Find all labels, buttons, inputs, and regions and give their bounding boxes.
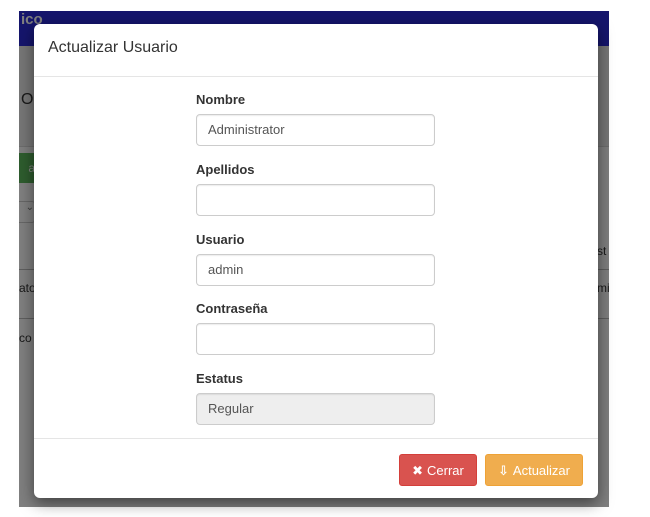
usuario-input[interactable]: admin (196, 254, 435, 286)
form-group-estatus: Estatus Regular (196, 371, 435, 425)
modal-body: Nombre Administrator Apellidos Usuario a… (34, 77, 598, 438)
usuario-label: Usuario (196, 232, 245, 247)
update-user-modal: Actualizar Usuario Nombre Administrator … (34, 24, 598, 498)
contrasena-label: Contraseña (196, 301, 268, 316)
form-group-contrasena: Contraseña (196, 301, 435, 355)
apellidos-input[interactable] (196, 184, 435, 216)
close-icon: ✖ (412, 463, 424, 478)
nombre-label: Nombre (196, 92, 246, 107)
download-icon: ⇩ (498, 463, 509, 478)
nombre-input[interactable]: Administrator (196, 114, 435, 146)
form-group-nombre: Nombre Administrator (196, 92, 435, 146)
modal-footer: ✖ Cerrar ⇩ Actualizar (34, 438, 598, 499)
update-button-label: Actualizar (512, 463, 570, 478)
close-button[interactable]: ✖ Cerrar (399, 454, 477, 486)
modal-title: Actualizar Usuario (48, 39, 178, 56)
update-button[interactable]: ⇩ Actualizar (485, 454, 583, 486)
estatus-field[interactable]: Regular (196, 393, 435, 425)
password-input[interactable] (196, 323, 435, 355)
estatus-label: Estatus (196, 371, 243, 386)
close-button-label: Cerrar (427, 463, 464, 478)
apellidos-label: Apellidos (196, 162, 255, 177)
form-group-apellidos: Apellidos (196, 162, 435, 216)
modal-header: Actualizar Usuario (34, 24, 598, 77)
form-group-usuario: Usuario admin (196, 232, 435, 286)
